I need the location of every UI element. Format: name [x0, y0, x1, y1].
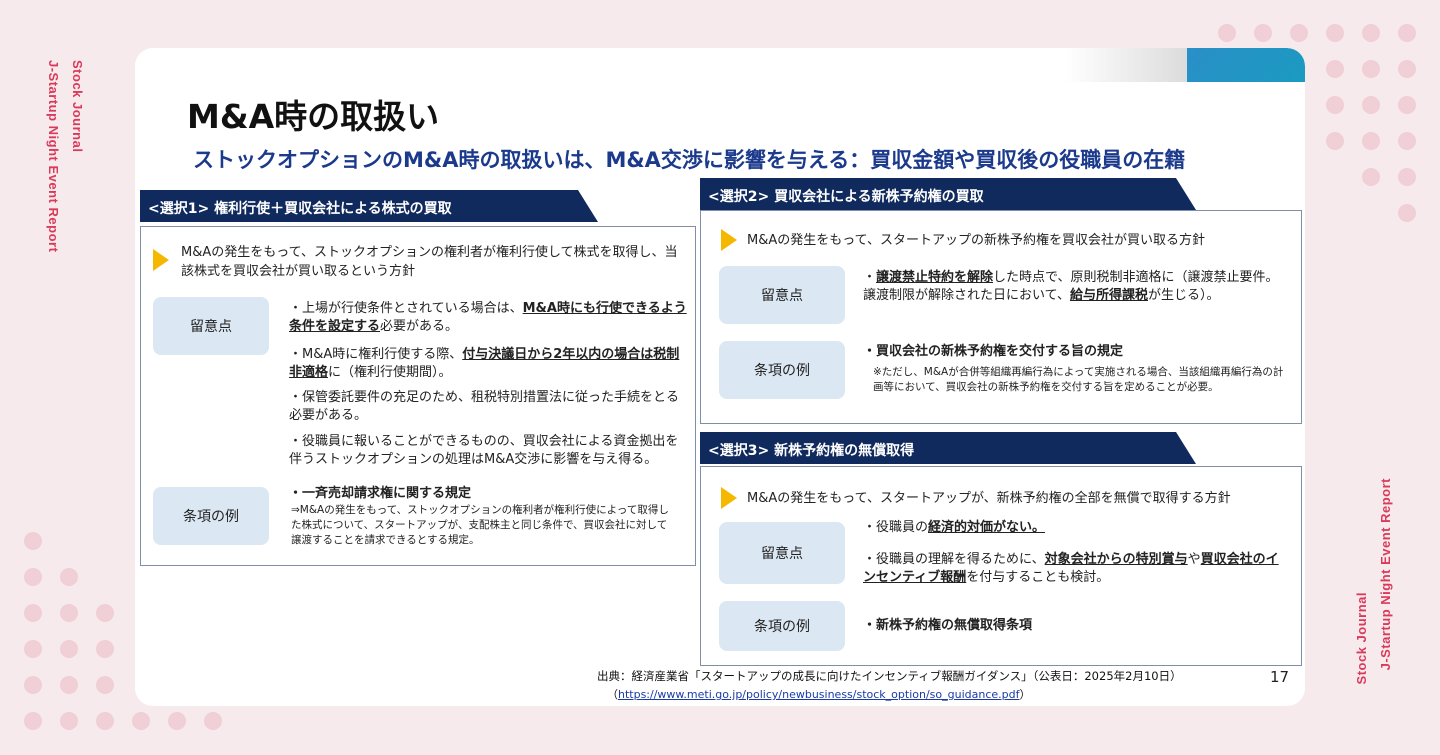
side-label-right-journal: Stock Journal — [1354, 592, 1369, 685]
decor-dot — [24, 568, 42, 586]
option2-lead: M&Aの発生をもって、スタートアップの新株予約権を買収会社が買い取る方針 — [747, 233, 1205, 248]
decor-dot — [1326, 24, 1344, 42]
option1-notes-pill: 留意点 — [153, 297, 269, 355]
option3-arrow-icon — [721, 487, 737, 509]
decor-dot — [1398, 204, 1416, 222]
option3-lead: M&Aの発生をもって、スタートアップが、新株予約権の全部を無償で取得する方針 — [747, 491, 1231, 506]
option2-panel: M&Aの発生をもって、スタートアップの新株予約権を買収会社が買い取る方針 留意点… — [700, 210, 1302, 424]
decor-dot — [1326, 132, 1344, 150]
slide-card: M&A時の取扱い ストックオプションのM&A時の取扱いは、M&A交渉に影響を与え… — [135, 48, 1305, 706]
decor-dot — [96, 640, 114, 658]
decor-dot — [132, 712, 150, 730]
option1-arrow-icon — [153, 249, 169, 271]
decor-dot — [1398, 96, 1416, 114]
decor-dot — [1254, 24, 1272, 42]
option2-tab: <選択2> 買収会社による新株予約権の買取 — [700, 178, 1196, 210]
option3-example-title: ・新株予約権の無償取得条項 — [863, 618, 1033, 633]
source-url-link[interactable]: https://www.meti.go.jp/policy/newbusines… — [618, 688, 1019, 701]
option1-tab: <選択1> 権利行使＋買収会社による株式の買取 — [140, 190, 598, 222]
option1-example-pill: 条項の例 — [153, 487, 269, 545]
decor-dot — [24, 532, 42, 550]
option1-example-text: ⇒M&Aの発生をもって、ストックオプションの権利者が権利行使によって取得した株式… — [291, 504, 669, 546]
decor-dot — [60, 568, 78, 586]
decor-dot — [60, 712, 78, 730]
option1-note1: ・上場が行使条件とされている場合は、M&A時にも行使できるよう条件を設定する必要… — [289, 301, 687, 334]
decor-dot — [96, 712, 114, 730]
option3-note1: ・役職員の経済的対価がない。 — [863, 520, 1046, 535]
decor-dot — [60, 676, 78, 694]
option1-note2: ・M&A時に権利行使する際、付与決議日から2年以内の場合は税制非適格に（権利行使… — [289, 347, 680, 380]
decor-dot — [1290, 24, 1308, 42]
decor-dot — [60, 640, 78, 658]
option1-example-title: ・一斉売却請求権に関する規定 — [289, 486, 472, 501]
side-label-left-journal: Stock Journal — [70, 60, 85, 153]
option2-example-pill: 条項の例 — [719, 341, 845, 399]
decor-dot — [60, 604, 78, 622]
option3-note2: ・役職員の理解を得るために、対象会社からの特別賞与や買収会社のインセンティブ報酬… — [863, 552, 1279, 585]
decor-dot — [96, 604, 114, 622]
decor-dot — [24, 640, 42, 658]
source-citation: 出典：経済産業省「スタートアップの成長に向けたインセンティブ報酬ガイダンス」（公… — [597, 669, 1182, 683]
option3-panel: M&Aの発生をもって、スタートアップが、新株予約権の全部を無償で取得する方針 留… — [700, 466, 1302, 666]
option2-notes-pill: 留意点 — [719, 266, 845, 324]
decor-dot — [24, 712, 42, 730]
decor-dot — [1362, 96, 1380, 114]
decor-dot — [24, 604, 42, 622]
option2-arrow-icon — [721, 229, 737, 251]
side-label-left-report: J-Startup Night Event Report — [46, 60, 61, 253]
option2-example-text: ※ただし、M&Aが合併等組織再編行為によって実施される場合、当該組織再編行為の計… — [873, 366, 1284, 393]
option3-tab: <選択3> 新株予約権の無償取得 — [700, 432, 1196, 464]
decor-dot — [1398, 24, 1416, 42]
option3-notes-pill: 留意点 — [719, 522, 845, 584]
option1-note4: ・役職員に報いることができるものの、買収会社による資金拠出を伴うストックオプショ… — [289, 434, 679, 467]
decor-dot — [1326, 96, 1344, 114]
slide-title: M&A時の取扱い — [187, 97, 440, 136]
decor-dot — [1398, 168, 1416, 186]
option1-note3: ・保管委託要件の充足のため、租税特別措置法に従った手続をとる必要がある。 — [289, 390, 680, 423]
corner-accent — [1187, 48, 1305, 82]
option1-panel: M&Aの発生をもって、ストックオプションの権利者が権利行使して株式を取得し、当該… — [140, 226, 696, 566]
page-number: 17 — [1270, 668, 1290, 686]
decor-dot — [168, 712, 186, 730]
option2-example-title: ・買収会社の新株予約権を交付する旨の規定 — [863, 344, 1124, 359]
slide-subtitle: ストックオプションのM&A時の取扱いは、M&A交渉に影響を与える：買収金額や買収… — [193, 148, 1186, 172]
option2-note: ・譲渡禁止特約を解除した時点で、原則税制非適格に（譲渡禁止要件。譲渡制限が解除さ… — [863, 270, 1279, 303]
decor-dot — [1362, 168, 1380, 186]
decor-dot — [1218, 24, 1236, 42]
decor-dot — [204, 712, 222, 730]
side-label-right-report: J-Startup Night Event Report — [1378, 478, 1393, 671]
decor-dot — [1362, 24, 1380, 42]
option1-lead: M&Aの発生をもって、ストックオプションの権利者が権利行使して株式を取得し、当該… — [181, 245, 678, 279]
decor-dot — [24, 676, 42, 694]
decor-dot — [1326, 60, 1344, 78]
decor-dot — [1398, 60, 1416, 78]
decor-dot — [1362, 60, 1380, 78]
decor-dot — [1398, 132, 1416, 150]
option3-example-pill: 条項の例 — [719, 601, 845, 651]
source-url-line: （https://www.meti.go.jp/policy/newbusine… — [607, 688, 1031, 701]
decor-dot — [1362, 132, 1380, 150]
decor-dot — [96, 676, 114, 694]
